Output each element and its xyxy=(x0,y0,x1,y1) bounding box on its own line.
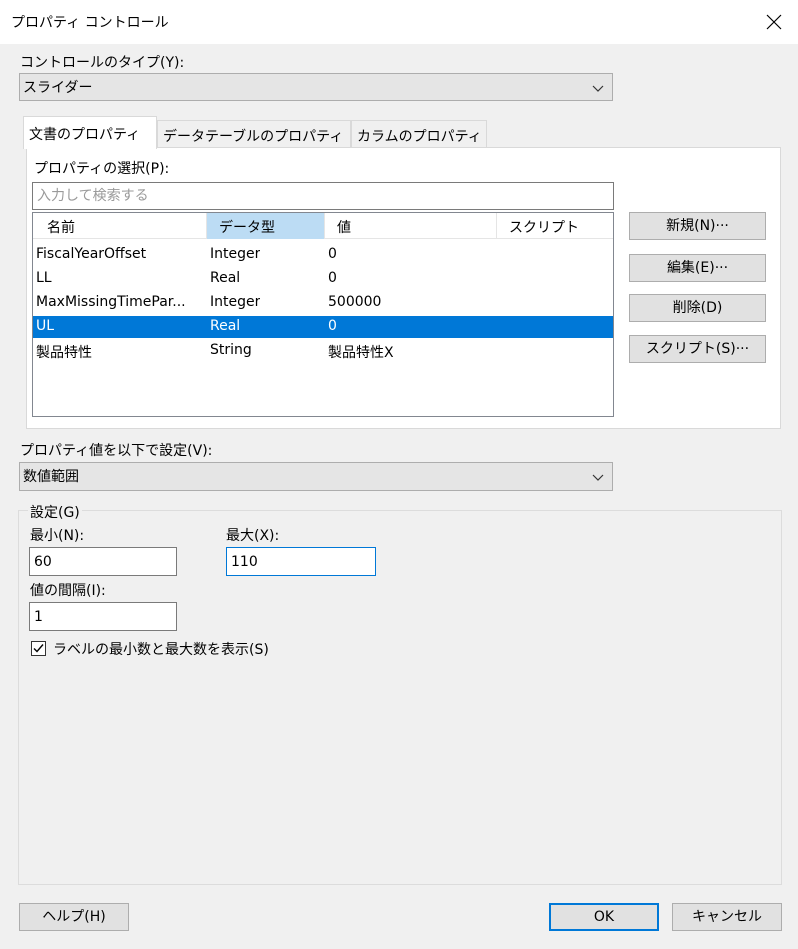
interval-field-box[interactable] xyxy=(29,602,177,631)
list-item[interactable]: FiscalYearOffset Integer 0 xyxy=(33,244,613,266)
tab-label: カラムのプロパティ xyxy=(357,129,482,145)
cell-name: LL xyxy=(36,270,52,286)
list-header: 名前 データ型 値 スクリプト xyxy=(33,213,613,239)
show-minmax-label[interactable]: ラベルの最小数と最大数を表示(S) xyxy=(53,639,269,659)
help-button[interactable]: ヘルプ(H) xyxy=(19,903,129,931)
cancel-button[interactable]: キャンセル xyxy=(672,903,782,931)
ok-button[interactable]: OK xyxy=(549,903,659,931)
max-field[interactable] xyxy=(227,548,375,575)
cell-type: String xyxy=(210,342,252,358)
close-icon[interactable] xyxy=(762,10,786,34)
cell-value: 製品特性X xyxy=(328,345,394,361)
min-field-box[interactable] xyxy=(29,547,177,576)
checkmark-icon xyxy=(33,644,44,653)
property-value-combo[interactable]: 数値範囲 xyxy=(19,462,613,491)
property-select-label: プロパティの選択(P): xyxy=(34,161,170,177)
tab-datatable-properties[interactable]: データテーブルのプロパティ xyxy=(157,120,351,148)
chevron-down-icon xyxy=(592,85,604,92)
property-value-label: プロパティ値を以下で設定(V): xyxy=(20,443,213,459)
cell-value: 0 xyxy=(328,318,337,334)
control-type-combo[interactable]: スライダー xyxy=(19,73,613,101)
cell-type: Real xyxy=(210,270,241,286)
cell-type: Integer xyxy=(210,246,261,262)
tab-label: データテーブルのプロパティ xyxy=(163,129,344,145)
property-value-value: 数値範囲 xyxy=(23,469,79,485)
control-type-value: スライダー xyxy=(23,80,93,96)
min-field[interactable] xyxy=(30,548,176,575)
search-input[interactable] xyxy=(33,183,613,209)
window-title: プロパティ コントロール xyxy=(11,15,169,31)
cell-type: Integer xyxy=(210,294,261,310)
interval-label: 値の間隔(I): xyxy=(30,583,106,599)
column-header-name[interactable]: 名前 xyxy=(33,213,207,239)
settings-legend: 設定(G) xyxy=(28,502,82,522)
show-minmax-checkbox[interactable] xyxy=(31,641,46,656)
cell-value: 0 xyxy=(328,270,337,286)
list-item[interactable]: LL Real 0 xyxy=(33,268,613,290)
script-button[interactable]: スクリプト(S)··· xyxy=(629,335,766,363)
chevron-down-icon xyxy=(592,474,604,481)
tab-label: 文書のプロパティ xyxy=(29,127,141,143)
property-list[interactable]: 名前 データ型 値 スクリプト FiscalYearOffset Integer… xyxy=(32,212,614,417)
delete-button[interactable]: 削除(D) xyxy=(629,294,766,322)
cell-type: Real xyxy=(210,318,241,334)
interval-field[interactable] xyxy=(30,603,176,630)
cell-value: 500000 xyxy=(328,294,382,310)
column-header-script[interactable]: スクリプト xyxy=(497,213,613,239)
max-field-box[interactable] xyxy=(226,547,376,576)
search-input-box[interactable] xyxy=(32,182,614,210)
column-header-value[interactable]: 値 xyxy=(325,213,497,239)
cell-name: UL xyxy=(36,318,55,334)
edit-button[interactable]: 編集(E)··· xyxy=(629,254,766,282)
list-item[interactable]: 製品特性 String 製品特性X xyxy=(33,340,613,362)
cell-value: 0 xyxy=(328,246,337,262)
new-button[interactable]: 新規(N)··· xyxy=(629,212,766,240)
list-item[interactable]: MaxMissingTimePar... Integer 500000 xyxy=(33,292,613,314)
tab-document-properties[interactable]: 文書のプロパティ xyxy=(23,116,157,149)
column-header-type[interactable]: データ型 xyxy=(207,213,325,239)
list-item-selected[interactable]: UL Real 0 xyxy=(33,316,613,338)
cell-name: FiscalYearOffset xyxy=(36,246,147,262)
control-type-label: コントロールのタイプ(Y): xyxy=(20,55,185,71)
max-label: 最大(X): xyxy=(226,528,280,544)
cell-name: MaxMissingTimePar... xyxy=(36,294,186,310)
tab-column-properties[interactable]: カラムのプロパティ xyxy=(351,120,487,148)
cell-name: 製品特性 xyxy=(36,345,92,361)
min-label: 最小(N): xyxy=(30,528,85,544)
